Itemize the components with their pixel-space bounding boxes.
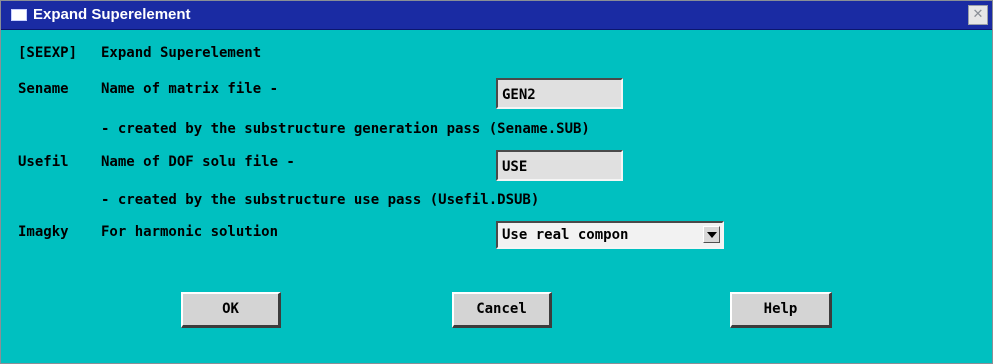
chevron-down-icon[interactable] [703, 226, 720, 243]
imagky-select[interactable]: Use real compon [496, 221, 724, 249]
command-tag: [SEEXP] [18, 45, 78, 61]
help-button[interactable]: Help [730, 292, 832, 328]
close-button[interactable]: ✕ [968, 5, 988, 25]
imagky-selected-value: Use real compon [502, 227, 629, 243]
window-icon [11, 9, 27, 21]
sename-label: Sename [18, 81, 69, 97]
sename-description: Name of matrix file - [101, 81, 279, 97]
sename-input[interactable] [496, 78, 623, 109]
usefil-input[interactable] [496, 150, 623, 181]
window-title: Expand Superelement [33, 6, 191, 23]
title-bar[interactable]: Expand Superelement ✕ [1, 1, 992, 30]
ok-button[interactable]: OK [181, 292, 281, 328]
usefil-description: Name of DOF solu file - [101, 154, 295, 170]
close-icon: ✕ [972, 7, 984, 22]
sename-note: - created by the substructure generation… [101, 121, 590, 137]
imagky-label: Imagky [18, 224, 69, 240]
cancel-button[interactable]: Cancel [452, 292, 552, 328]
imagky-description: For harmonic solution [101, 224, 279, 240]
expand-superelement-dialog: Expand Superelement ✕ [SEEXP] Expand Sup… [0, 0, 993, 364]
usefil-label: Usefil [18, 154, 69, 170]
usefil-note: - created by the substructure use pass (… [101, 192, 540, 208]
command-description: Expand Superelement [101, 45, 262, 61]
